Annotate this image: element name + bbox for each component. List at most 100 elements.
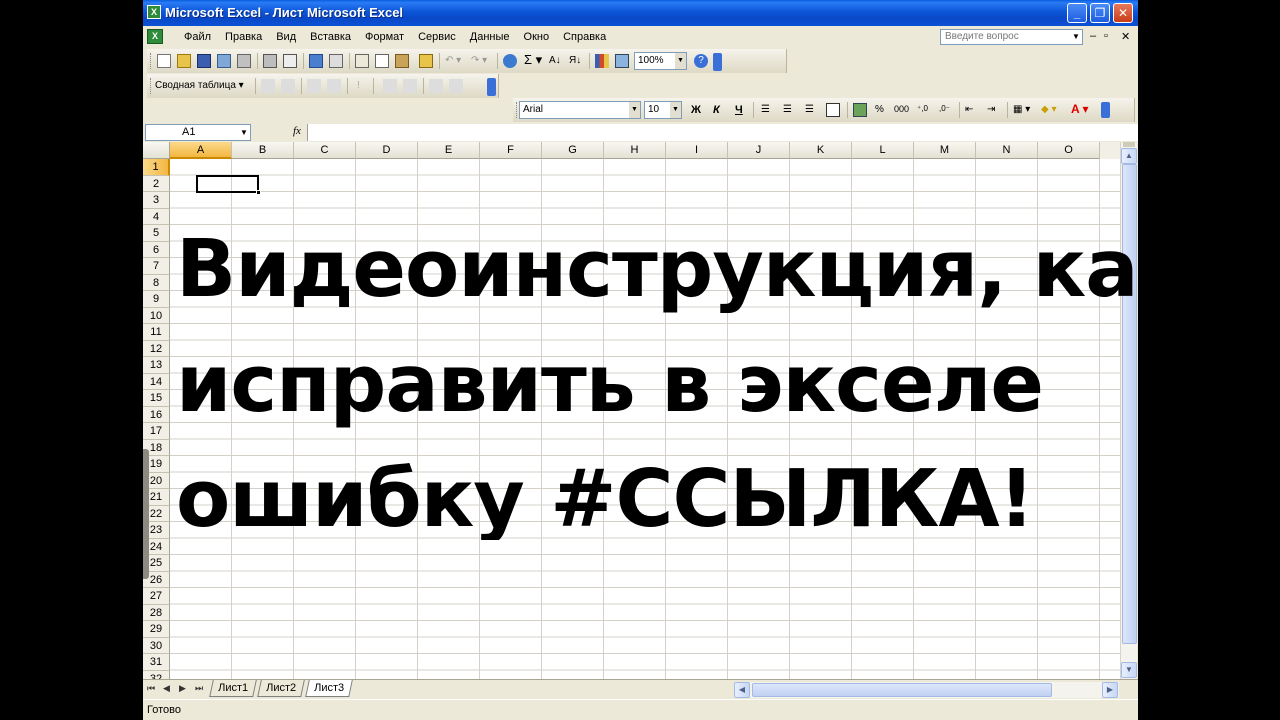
- row-header[interactable]: 3: [143, 192, 170, 209]
- format-report-icon[interactable]: [261, 79, 275, 93]
- row-header[interactable]: 28: [143, 604, 170, 621]
- scroll-up-arrow-icon[interactable]: ▲: [1121, 148, 1137, 164]
- show-detail-icon[interactable]: [327, 79, 341, 93]
- active-cell-selection[interactable]: [196, 175, 261, 195]
- scroll-right-arrow-icon[interactable]: ▶: [1102, 682, 1118, 698]
- increase-indent-icon[interactable]: ⇥: [987, 104, 995, 115]
- spelling-icon[interactable]: [309, 54, 323, 68]
- row-header[interactable]: 29: [143, 621, 170, 638]
- paste-icon[interactable]: [395, 54, 409, 68]
- chart-wizard-icon[interactable]: [595, 54, 609, 68]
- toolbar-grip[interactable]: [150, 53, 153, 69]
- column-header[interactable]: J: [728, 142, 790, 159]
- column-header[interactable]: O: [1038, 142, 1100, 159]
- last-sheet-icon[interactable]: ⏭: [195, 683, 203, 694]
- undo-icon[interactable]: ↶ ▾: [445, 55, 461, 66]
- menu-item[interactable]: Правка: [218, 30, 269, 44]
- row-header[interactable]: 32: [143, 670, 170, 679]
- chevron-down-icon[interactable]: ▼: [675, 53, 686, 69]
- fill-handle[interactable]: [256, 190, 261, 195]
- row-header[interactable]: 15: [143, 390, 170, 407]
- row-header[interactable]: 9: [143, 291, 170, 308]
- menu-item[interactable]: Сервис: [411, 30, 463, 44]
- doc-restore-button[interactable]: ▫: [1104, 30, 1108, 42]
- menu-item[interactable]: Вставка: [303, 30, 358, 44]
- currency-icon[interactable]: [853, 103, 867, 117]
- decrease-decimal-icon[interactable]: ,0⁻: [939, 104, 950, 113]
- formula-input[interactable]: [307, 124, 1138, 141]
- align-left-icon[interactable]: ☰: [761, 104, 770, 115]
- print-preview-icon[interactable]: [283, 54, 297, 68]
- menu-item[interactable]: Справка: [556, 30, 613, 44]
- email-icon[interactable]: [237, 54, 251, 68]
- column-header[interactable]: G: [542, 142, 604, 159]
- sort-ascending-icon[interactable]: A↓: [549, 55, 561, 66]
- open-icon[interactable]: [177, 54, 191, 68]
- italic-button[interactable]: К: [713, 104, 720, 116]
- help-icon[interactable]: ?: [694, 54, 708, 68]
- row-header[interactable]: 2: [143, 175, 170, 192]
- column-header[interactable]: L: [852, 142, 914, 159]
- toolbar-options-chevron-icon[interactable]: [487, 78, 496, 96]
- next-sheet-icon[interactable]: ▶: [179, 683, 186, 694]
- split-box[interactable]: [1123, 142, 1135, 147]
- excel-app-icon[interactable]: X: [147, 5, 161, 19]
- font-size-select[interactable]: 10 ▼: [644, 101, 682, 119]
- doc-close-button[interactable]: ✕: [1121, 30, 1130, 43]
- cut-icon[interactable]: [355, 54, 369, 68]
- row-header[interactable]: 10: [143, 307, 170, 324]
- menu-item[interactable]: Окно: [517, 30, 557, 44]
- toolbar-options-chevron-icon[interactable]: [713, 53, 722, 71]
- autosum-icon[interactable]: Σ ▾: [524, 52, 542, 68]
- first-sheet-icon[interactable]: ⏮: [147, 683, 155, 694]
- doc-minimize-button[interactable]: –: [1090, 30, 1096, 42]
- chevron-down-icon[interactable]: ▼: [629, 102, 640, 118]
- include-hidden-items-icon[interactable]: [383, 79, 397, 93]
- ask-question-box[interactable]: Введите вопрос ▼: [940, 29, 1083, 45]
- horizontal-scrollbar[interactable]: ◀ ▶: [734, 682, 1119, 698]
- copy-icon[interactable]: [375, 54, 389, 68]
- font-name-select[interactable]: Arial ▼: [519, 101, 641, 119]
- chevron-down-icon[interactable]: ▼: [238, 125, 250, 140]
- toolbar-grip[interactable]: [150, 78, 153, 94]
- borders-icon[interactable]: ▦ ▾: [1013, 104, 1030, 115]
- row-header[interactable]: 27: [143, 588, 170, 605]
- prev-sheet-icon[interactable]: ◀: [163, 683, 170, 694]
- always-display-items-icon[interactable]: [403, 79, 417, 93]
- sort-descending-icon[interactable]: Я↓: [569, 55, 581, 66]
- decrease-indent-icon[interactable]: ⇤: [965, 104, 973, 115]
- column-header[interactable]: D: [356, 142, 418, 159]
- scroll-left-arrow-icon[interactable]: ◀: [734, 682, 750, 698]
- column-header[interactable]: M: [914, 142, 976, 159]
- redo-icon[interactable]: ↷ ▾: [471, 55, 487, 66]
- increase-decimal-icon[interactable]: ⁺,0: [917, 104, 928, 113]
- row-header[interactable]: 6: [143, 241, 170, 258]
- comma-style-button[interactable]: 000: [894, 104, 909, 114]
- column-header[interactable]: F: [480, 142, 542, 159]
- chevron-down-icon[interactable]: ▼: [670, 102, 681, 118]
- field-list-icon[interactable]: [449, 79, 463, 93]
- save-icon[interactable]: [197, 54, 211, 68]
- horizontal-scroll-thumb[interactable]: [752, 683, 1052, 697]
- hyperlink-icon[interactable]: [503, 54, 517, 68]
- percent-button[interactable]: %: [875, 104, 884, 115]
- row-header[interactable]: 5: [143, 225, 170, 242]
- underline-button[interactable]: Ч: [735, 104, 743, 116]
- fill-color-icon[interactable]: ◆ ▾: [1041, 104, 1057, 115]
- close-button[interactable]: ✕: [1113, 3, 1133, 23]
- field-settings-icon[interactable]: [429, 79, 443, 93]
- maximize-button[interactable]: ❐: [1090, 3, 1110, 23]
- pivot-table-menu[interactable]: Сводная таблица ▾: [155, 80, 244, 91]
- column-header[interactable]: B: [232, 142, 294, 159]
- row-header[interactable]: 17: [143, 423, 170, 440]
- new-icon[interactable]: [157, 54, 171, 68]
- merge-center-icon[interactable]: [826, 103, 840, 117]
- refresh-data-icon[interactable]: !: [357, 80, 360, 91]
- align-center-icon[interactable]: ☰: [783, 104, 792, 115]
- row-header[interactable]: 11: [143, 324, 170, 341]
- zoom-select[interactable]: 100% ▼: [634, 52, 687, 70]
- scroll-down-arrow-icon[interactable]: ▼: [1121, 662, 1137, 678]
- row-header[interactable]: 1: [143, 159, 170, 176]
- hide-detail-icon[interactable]: [307, 79, 321, 93]
- row-header[interactable]: 31: [143, 654, 170, 671]
